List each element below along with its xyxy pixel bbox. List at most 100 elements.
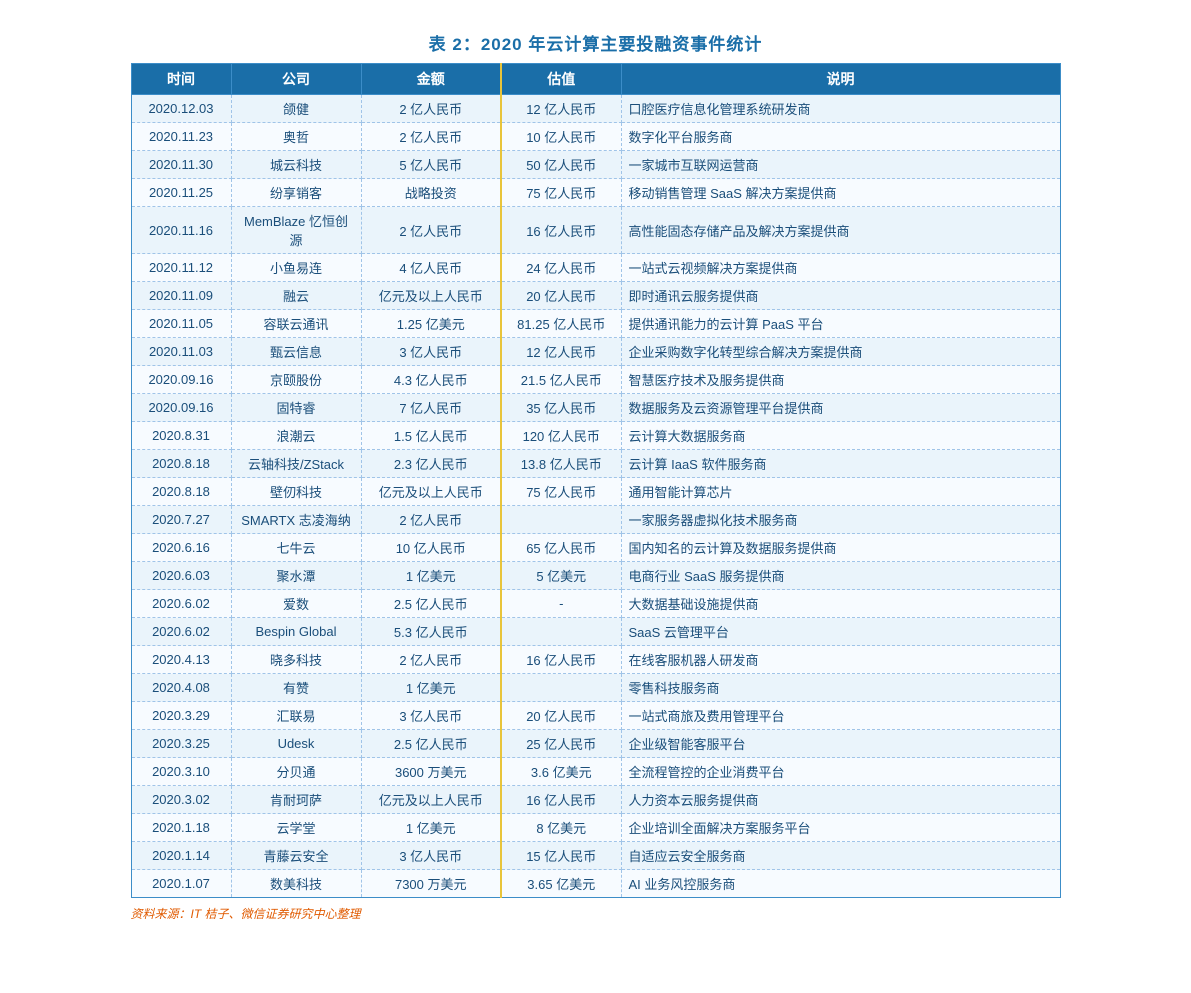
- cell-valuation: 75 亿人民币: [501, 478, 621, 506]
- cell-amount: 1.25 亿美元: [361, 310, 501, 338]
- cell-desc: 电商行业 SaaS 服务提供商: [621, 562, 1060, 590]
- cell-company: Bespin Global: [231, 618, 361, 646]
- cell-desc: 云计算大数据服务商: [621, 422, 1060, 450]
- cell-time: 2020.1.14: [131, 842, 231, 870]
- cell-company: 固特睿: [231, 394, 361, 422]
- cell-desc: 在线客服机器人研发商: [621, 646, 1060, 674]
- cell-amount: 2 亿人民币: [361, 123, 501, 151]
- cell-amount: 10 亿人民币: [361, 534, 501, 562]
- cell-amount: 7300 万美元: [361, 870, 501, 898]
- cell-company: MemBlaze 忆恒创源: [231, 207, 361, 254]
- cell-desc: 提供通讯能力的云计算 PaaS 平台: [621, 310, 1060, 338]
- cell-desc: 人力资本云服务提供商: [621, 786, 1060, 814]
- cell-time: 2020.3.25: [131, 730, 231, 758]
- table-row: 2020.8.18云轴科技/ZStack2.3 亿人民币13.8 亿人民币云计算…: [131, 450, 1060, 478]
- cell-desc: 即时通讯云服务提供商: [621, 282, 1060, 310]
- cell-amount: 1 亿美元: [361, 674, 501, 702]
- cell-company: 融云: [231, 282, 361, 310]
- table-row: 2020.11.30城云科技5 亿人民币50 亿人民币一家城市互联网运营商: [131, 151, 1060, 179]
- cell-desc: 移动销售管理 SaaS 解决方案提供商: [621, 179, 1060, 207]
- cell-valuation: 3.6 亿美元: [501, 758, 621, 786]
- cell-company: 分贝通: [231, 758, 361, 786]
- cell-time: 2020.1.07: [131, 870, 231, 898]
- cell-valuation: 21.5 亿人民币: [501, 366, 621, 394]
- table-row: 2020.4.08有赞1 亿美元零售科技服务商: [131, 674, 1060, 702]
- cell-time: 2020.11.03: [131, 338, 231, 366]
- cell-desc: 企业采购数字化转型综合解决方案提供商: [621, 338, 1060, 366]
- cell-company: 小鱼易连: [231, 254, 361, 282]
- cell-valuation: 15 亿人民币: [501, 842, 621, 870]
- cell-desc: 一家服务器虚拟化技术服务商: [621, 506, 1060, 534]
- cell-desc: 企业级智能客服平台: [621, 730, 1060, 758]
- cell-valuation: 25 亿人民币: [501, 730, 621, 758]
- cell-time: 2020.11.09: [131, 282, 231, 310]
- cell-amount: 5 亿人民币: [361, 151, 501, 179]
- header-time: 时间: [131, 64, 231, 95]
- cell-company: 云学堂: [231, 814, 361, 842]
- cell-valuation: 16 亿人民币: [501, 207, 621, 254]
- cell-amount: 战略投资: [361, 179, 501, 207]
- cell-company: 城云科技: [231, 151, 361, 179]
- cell-desc: 通用智能计算芯片: [621, 478, 1060, 506]
- cell-desc: SaaS 云管理平台: [621, 618, 1060, 646]
- table-row: 2020.11.25纷享销客战略投资75 亿人民币移动销售管理 SaaS 解决方…: [131, 179, 1060, 207]
- table-row: 2020.8.31浪潮云1.5 亿人民币120 亿人民币云计算大数据服务商: [131, 422, 1060, 450]
- cell-desc: 数字化平台服务商: [621, 123, 1060, 151]
- table-row: 2020.09.16固特睿7 亿人民币35 亿人民币数据服务及云资源管理平台提供…: [131, 394, 1060, 422]
- cell-time: 2020.11.30: [131, 151, 231, 179]
- table-row: 2020.6.02Bespin Global5.3 亿人民币 SaaS 云管理平台: [131, 618, 1060, 646]
- cell-valuation: 12 亿人民币: [501, 95, 621, 123]
- cell-time: 2020.8.31: [131, 422, 231, 450]
- cell-time: 2020.11.16: [131, 207, 231, 254]
- cell-amount: 2 亿人民币: [361, 506, 501, 534]
- table-row: 2020.11.03甄云信息3 亿人民币12 亿人民币企业采购数字化转型综合解决…: [131, 338, 1060, 366]
- cell-amount: 2 亿人民币: [361, 646, 501, 674]
- cell-valuation: 16 亿人民币: [501, 786, 621, 814]
- cell-desc: 口腔医疗信息化管理系统研发商: [621, 95, 1060, 123]
- source-text: 资料来源：IT 桔子、微信证券研究中心整理: [131, 905, 1061, 922]
- cell-desc: AI 业务风控服务商: [621, 870, 1060, 898]
- cell-valuation: 13.8 亿人民币: [501, 450, 621, 478]
- cell-company: 肯耐珂萨: [231, 786, 361, 814]
- cell-time: 2020.8.18: [131, 478, 231, 506]
- cell-time: 2020.11.12: [131, 254, 231, 282]
- cell-amount: 1 亿美元: [361, 814, 501, 842]
- cell-time: 2020.11.05: [131, 310, 231, 338]
- cell-company: SMARTX 志凌海纳: [231, 506, 361, 534]
- cell-desc: 自适应云安全服务商: [621, 842, 1060, 870]
- cell-amount: 3600 万美元: [361, 758, 501, 786]
- cell-valuation: 8 亿美元: [501, 814, 621, 842]
- header-valuation: 估值: [501, 64, 621, 95]
- cell-time: 2020.11.23: [131, 123, 231, 151]
- cell-valuation: 120 亿人民币: [501, 422, 621, 450]
- cell-amount: 5.3 亿人民币: [361, 618, 501, 646]
- cell-time: 2020.6.02: [131, 618, 231, 646]
- cell-amount: 亿元及以上人民币: [361, 786, 501, 814]
- table-row: 2020.11.05容联云通讯1.25 亿美元81.25 亿人民币提供通讯能力的…: [131, 310, 1060, 338]
- cell-company: 壁仞科技: [231, 478, 361, 506]
- cell-desc: 数据服务及云资源管理平台提供商: [621, 394, 1060, 422]
- cell-valuation: 16 亿人民币: [501, 646, 621, 674]
- cell-company: 京颐股份: [231, 366, 361, 394]
- table-header-row: 时间 公司 金额 估值 说明: [131, 64, 1060, 95]
- cell-amount: 2.3 亿人民币: [361, 450, 501, 478]
- header-company: 公司: [231, 64, 361, 95]
- cell-desc: 大数据基础设施提供商: [621, 590, 1060, 618]
- cell-company: 纷享销客: [231, 179, 361, 207]
- table-row: 2020.4.13晓多科技2 亿人民币16 亿人民币在线客服机器人研发商: [131, 646, 1060, 674]
- cell-valuation: 3.65 亿美元: [501, 870, 621, 898]
- cell-amount: 2 亿人民币: [361, 207, 501, 254]
- cell-time: 2020.12.03: [131, 95, 231, 123]
- table-row: 2020.3.25Udesk2.5 亿人民币25 亿人民币企业级智能客服平台: [131, 730, 1060, 758]
- main-table: 时间 公司 金额 估值 说明 2020.12.03颌健2 亿人民币12 亿人民币…: [131, 63, 1061, 898]
- cell-desc: 智慧医疗技术及服务提供商: [621, 366, 1060, 394]
- cell-amount: 2.5 亿人民币: [361, 590, 501, 618]
- cell-valuation: -: [501, 590, 621, 618]
- table-row: 2020.6.03聚水潭1 亿美元5 亿美元电商行业 SaaS 服务提供商: [131, 562, 1060, 590]
- cell-desc: 一站式云视频解决方案提供商: [621, 254, 1060, 282]
- cell-valuation: 75 亿人民币: [501, 179, 621, 207]
- cell-valuation: 24 亿人民币: [501, 254, 621, 282]
- cell-valuation: 10 亿人民币: [501, 123, 621, 151]
- header-desc: 说明: [621, 64, 1060, 95]
- cell-amount: 3 亿人民币: [361, 338, 501, 366]
